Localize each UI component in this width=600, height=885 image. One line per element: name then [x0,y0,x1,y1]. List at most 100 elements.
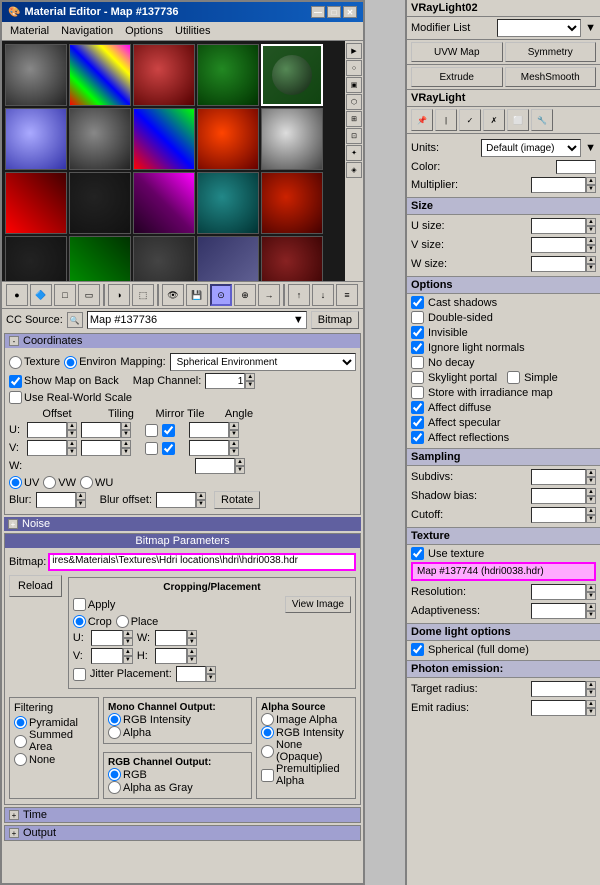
alpha-mono-label[interactable]: Alpha [108,726,247,739]
subdivs-input[interactable]: 32 [531,469,586,485]
angle-w-up[interactable]: ▲ [235,458,245,466]
environ-radio-label[interactable]: Environ [64,356,116,369]
map-channel-input[interactable]: 1 [205,373,245,389]
close-button[interactable]: ✕ [343,6,357,18]
no-decay-checkbox[interactable] [411,356,424,369]
side-btn-8[interactable]: ◈ [346,162,362,178]
crop-w-up[interactable]: ▲ [187,630,197,638]
thumbnail-6[interactable] [5,108,67,170]
jitter-checkbox[interactable] [73,668,86,681]
tiling-u-down[interactable]: ▼ [121,430,131,438]
side-btn-4[interactable]: ⬡ [346,94,362,110]
u-size-input[interactable]: 6531.566 [531,218,586,234]
thumbnail-2[interactable] [69,44,131,106]
adaptiveness-input[interactable]: 1.0 [531,603,586,619]
place-radio[interactable] [116,615,129,628]
summed-area-radio[interactable] [14,735,27,748]
menu-material[interactable]: Material [4,23,55,39]
vw-radio-label[interactable]: VW [43,476,76,489]
crop-u-input[interactable]: 0.0 [91,630,123,646]
time-collapse-btn[interactable]: + [9,810,19,820]
cutoff-up[interactable]: ▲ [586,507,596,515]
real-world-checkbox[interactable] [9,391,22,404]
thumbnail-9[interactable] [197,108,259,170]
thumbnail-4[interactable] [197,44,259,106]
tiling-u-input[interactable]: 1.0 [81,422,121,438]
rgb-radio-label[interactable]: RGB [108,768,247,781]
tool-btn-assign[interactable]: → [258,284,280,306]
tool-btn-active[interactable]: ⊙ [210,284,232,306]
offset-u-up[interactable]: ▲ [67,422,77,430]
none-filtering-radio-label[interactable]: None [14,753,94,766]
u-size-up[interactable]: ▲ [586,218,596,226]
subdivs-up[interactable]: ▲ [586,469,596,477]
show-map-checkbox[interactable] [9,375,22,388]
mesh-smooth-button[interactable]: MeshSmooth [505,67,597,87]
angle-w-down[interactable]: ▼ [235,466,245,474]
ignore-light-normals-checkbox[interactable] [411,341,424,354]
tiling-u-up[interactable]: ▲ [121,422,131,430]
skylight-portal-checkbox[interactable] [411,371,424,384]
side-btn-2[interactable]: ○ [346,60,362,76]
double-sided-checkbox[interactable] [411,311,424,324]
uv-radio[interactable] [9,476,22,489]
angle-v-up[interactable]: ▲ [229,440,239,448]
tile-v-checkbox[interactable] [162,442,175,455]
w-size-down[interactable]: ▼ [586,264,596,272]
affect-specular-checkbox[interactable] [411,416,424,429]
crop-u-up[interactable]: ▲ [123,630,133,638]
shadow-bias-down[interactable]: ▼ [586,496,596,504]
mapping-dropdown[interactable]: Spherical Environment [170,353,356,371]
use-texture-checkbox[interactable] [411,547,424,560]
tool-btn-get-mat[interactable]: ⊕ [234,284,256,306]
texture-radio[interactable] [9,356,22,369]
shadow-bias-up[interactable]: ▲ [586,488,596,496]
thumbnail-18[interactable] [133,236,195,281]
target-radius-down[interactable]: ▼ [586,689,596,697]
crop-v-down[interactable]: ▼ [123,656,133,664]
vw-radio[interactable] [43,476,56,489]
adaptiveness-down[interactable]: ▼ [586,611,596,619]
crop-radio-label[interactable]: Crop [73,615,112,628]
angle-u-up[interactable]: ▲ [229,422,239,430]
emit-radius-down[interactable]: ▼ [586,708,596,716]
thumbnail-7[interactable] [69,108,131,170]
offset-v-up[interactable]: ▲ [67,440,77,448]
none-opaque-radio-label[interactable]: None (Opaque) [261,739,351,763]
angle-u-down[interactable]: ▼ [229,430,239,438]
uvw-map-button[interactable]: UVW Map [411,42,503,62]
subdivs-down[interactable]: ▼ [586,477,596,485]
rgb-radio[interactable] [108,768,121,781]
resolution-down[interactable]: ▼ [586,592,596,600]
mirror-u-checkbox[interactable] [145,424,158,437]
side-btn-3[interactable]: ▣ [346,77,362,93]
tool-btn-save[interactable]: 💾 [186,284,208,306]
invisible-checkbox[interactable] [411,326,424,339]
angle-w-input[interactable]: 0.0 [195,458,235,474]
angle-v-input[interactable]: 0.0 [189,440,229,456]
v-size-up[interactable]: ▲ [586,237,596,245]
emit-radius-up[interactable]: ▲ [586,700,596,708]
multiplier-down[interactable]: ▼ [586,185,596,193]
thumbnail-10[interactable] [261,108,323,170]
multiplier-input[interactable]: 1.5 [531,177,586,193]
tiling-v-up[interactable]: ▲ [121,440,131,448]
offset-v-down[interactable]: ▼ [67,448,77,456]
affect-diffuse-checkbox[interactable] [411,401,424,414]
cc-source-dropdown[interactable]: Map #137736 ▼ [87,311,307,329]
resolution-up[interactable]: ▲ [586,584,596,592]
thumbnail-12[interactable] [69,172,131,234]
real-world-checkbox-label[interactable]: Use Real-World Scale [9,391,132,404]
vray-tool-6[interactable]: 🔧 [531,109,553,131]
target-radius-up[interactable]: ▲ [586,681,596,689]
image-alpha-radio-label[interactable]: Image Alpha [261,713,351,726]
menu-utilities[interactable]: Utilities [169,23,216,39]
emit-radius-input[interactable]: 7756.8mm [531,700,586,716]
target-radius-input[interactable]: 4796.0mm [531,681,586,697]
maximize-button[interactable]: □ [327,6,341,18]
bitmap-path-field[interactable]: ires&Materials\Textures\Hdri locations\h… [48,553,356,571]
tile-u-checkbox[interactable] [162,424,175,437]
thumbnail-15[interactable] [261,172,323,234]
tool-btn-bg[interactable]: ⬚ [132,284,154,306]
blur-offset-input[interactable]: 0.0 [156,492,196,508]
